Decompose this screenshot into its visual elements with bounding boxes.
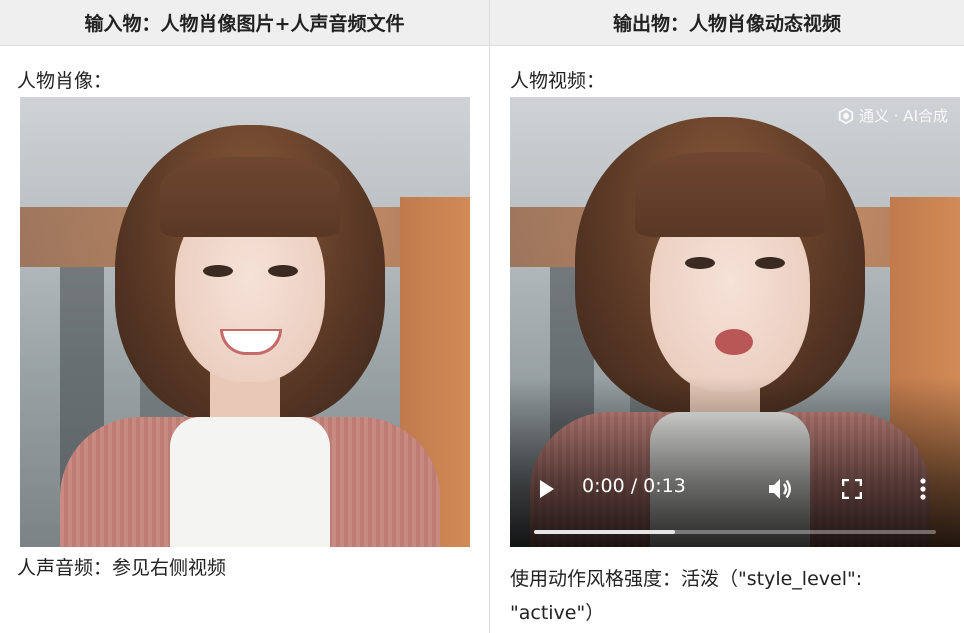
output-header: 输出物：人物肖像动态视频 [490, 0, 964, 46]
audio-label: 人声音频：参见右侧视频 [17, 557, 227, 579]
play-icon [540, 480, 554, 498]
output-header-title: 输出物：人物肖像动态视频 [612, 13, 841, 35]
play-button[interactable] [532, 474, 562, 504]
portrait-image [20, 97, 470, 547]
video-player[interactable]: 通义 · AI合成 0:00 / 0:13 [510, 97, 960, 547]
progress-bar[interactable] [534, 530, 936, 534]
time-display: 0:00 / 0:13 [582, 475, 686, 497]
video-label: 人物视频： [510, 70, 606, 92]
column-divider [489, 0, 490, 633]
fullscreen-button[interactable] [837, 474, 867, 504]
input-header: 输入物：人物肖像图片+人声音频文件 [0, 0, 489, 46]
input-header-title: 输入物：人物肖像图片+人声音频文件 [84, 13, 405, 35]
more-vertical-icon [920, 478, 926, 500]
tongyi-logo-icon [838, 107, 854, 124]
volume-button[interactable] [765, 474, 795, 504]
fullscreen-icon [842, 479, 862, 499]
volume-icon [769, 479, 791, 499]
watermark: 通义 · AI合成 [837, 105, 948, 126]
video-controls: 0:00 / 0:13 [510, 447, 960, 547]
watermark-text: 通义 · AI合成 [859, 107, 948, 125]
progress-fill [534, 530, 675, 534]
more-options-button[interactable] [908, 474, 938, 504]
style-level-caption: 使用动作风格强度：活泼（"style_level": "active"） [510, 568, 863, 624]
comparison-table: 输入物：人物肖像图片+人声音频文件 输出物：人物肖像动态视频 人物肖像： 人声音… [0, 0, 964, 633]
portrait-label: 人物肖像： [17, 70, 113, 92]
